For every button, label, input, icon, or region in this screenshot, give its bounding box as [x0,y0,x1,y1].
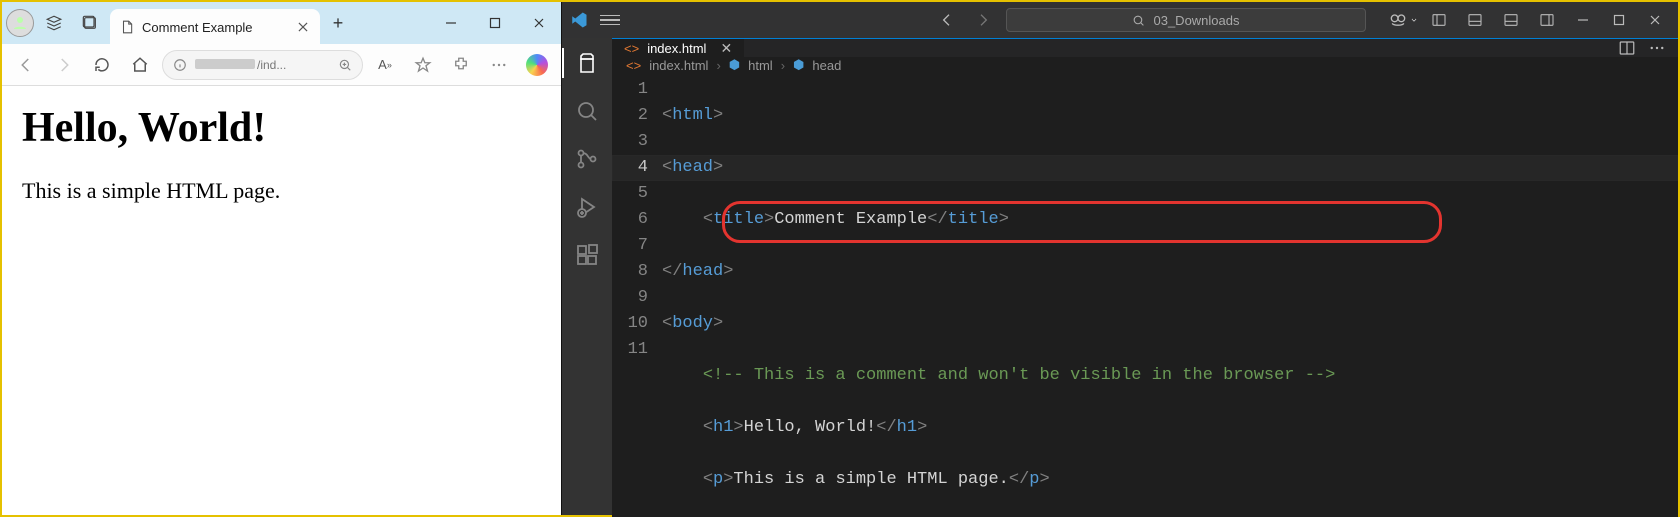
close-icon[interactable] [296,20,310,34]
tab-title: Comment Example [142,20,288,35]
browser-window: Comment Example + /ind... A» Hello, Worl… [2,2,562,515]
code-editor[interactable]: 1234567891011 <html> <head> <title>Comme… [612,73,1678,517]
minimize-button[interactable] [1568,7,1598,33]
activity-bar [562,38,612,515]
vscode-window: 03_Downloads <> index.html [562,2,1678,515]
layout-right-button[interactable] [1532,7,1562,33]
crumb-html[interactable]: html [748,58,773,73]
cube-icon: ⬢ [729,57,740,73]
layout-left-button[interactable] [1424,7,1454,33]
maximize-button[interactable] [1604,7,1634,33]
new-tab-button[interactable]: + [324,9,352,37]
more-actions-button[interactable] [1648,39,1666,57]
titlebar-right-controls [1388,7,1670,33]
search-button[interactable] [574,98,600,124]
breadcrumbs[interactable]: <> index.html › ⬢ html › ⬢ head [612,57,1678,73]
html-file-icon: <> [626,58,641,73]
run-debug-button[interactable] [574,194,600,220]
editor-area: <> index.html ✕ <> index.html › ⬢ html ›… [612,38,1678,515]
close-window-button[interactable] [517,7,561,39]
vscode-logo-icon [570,11,588,29]
back-button[interactable] [10,49,42,81]
home-button[interactable] [124,49,156,81]
workspaces-icon[interactable] [38,7,70,39]
favorites-button[interactable] [407,49,439,81]
search-label: 03_Downloads [1153,13,1239,28]
editor-tab-filename: index.html [647,41,706,56]
split-editor-button[interactable] [1618,39,1636,57]
code-lines[interactable]: <html> <head> <title>Comment Example</ti… [662,77,1678,517]
nav-forward-button[interactable] [970,7,996,33]
command-center-search[interactable]: 03_Downloads [1006,8,1366,32]
search-icon [1132,14,1145,27]
url-text: /ind... [195,58,330,72]
address-bar[interactable]: /ind... [162,50,363,80]
browser-viewport: Hello, World! This is a simple HTML page… [2,86,561,515]
close-window-button[interactable] [1640,7,1670,33]
profile-avatar[interactable] [6,9,34,37]
hamburger-menu-button[interactable] [600,10,620,30]
html-file-icon: <> [624,41,639,56]
crumb-head[interactable]: head [812,58,841,73]
source-control-button[interactable] [574,146,600,172]
forward-button[interactable] [48,49,80,81]
read-aloud-button[interactable]: A» [369,49,401,81]
layout-bottom-button[interactable] [1460,7,1490,33]
vscode-titlebar: 03_Downloads [562,2,1678,38]
layout-panel-button[interactable] [1496,7,1526,33]
cube-icon: ⬢ [793,57,804,73]
crumb-file[interactable]: index.html [649,58,708,73]
refresh-button[interactable] [86,49,118,81]
line-gutter: 1234567891011 [612,77,662,517]
more-button[interactable] [483,49,515,81]
page-heading: Hello, World! [22,104,541,152]
browser-toolbar: /ind... A» [2,44,561,86]
minimize-button[interactable] [429,7,473,39]
window-controls [429,7,561,39]
explorer-button[interactable] [574,50,600,76]
document-icon [120,20,134,34]
extensions-button[interactable] [445,49,477,81]
zoom-icon[interactable] [338,58,352,72]
copilot-button[interactable] [521,49,553,81]
copilot-chat-button[interactable] [1388,7,1418,33]
browser-tabstrip: Comment Example + [2,2,561,44]
editor-tab[interactable]: <> index.html ✕ [612,39,745,57]
nav-back-button[interactable] [934,7,960,33]
info-icon [173,58,187,72]
tab-actions-icon[interactable] [74,7,106,39]
editor-tabbar: <> index.html ✕ [612,39,1678,57]
close-tab-button[interactable]: ✕ [720,40,732,57]
extensions-button[interactable] [574,242,600,268]
browser-tab[interactable]: Comment Example [110,9,320,45]
maximize-button[interactable] [473,7,517,39]
page-paragraph: This is a simple HTML page. [22,178,541,204]
